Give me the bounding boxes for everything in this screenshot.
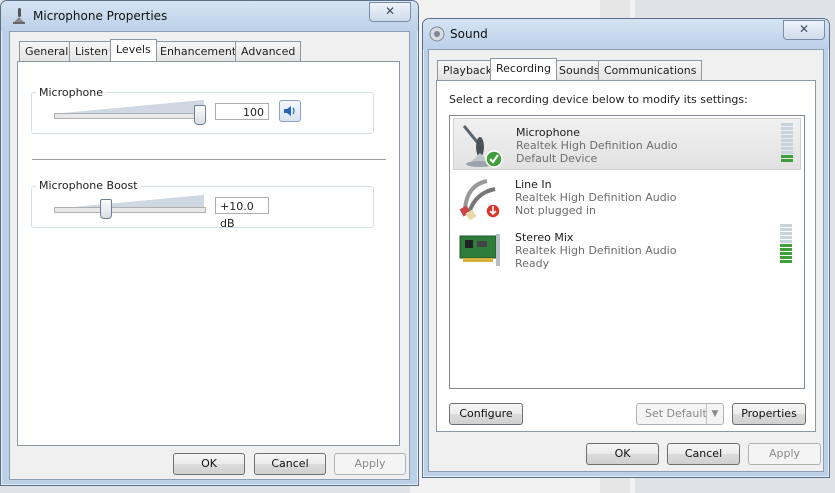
tab-general[interactable]: General — [19, 41, 75, 61]
meter-segment — [781, 123, 793, 126]
meter-segment — [780, 256, 792, 259]
device-name: Line In — [515, 178, 552, 191]
ok-button[interactable]: OK — [586, 443, 659, 465]
configure-button[interactable]: Configure — [449, 403, 523, 425]
close-button[interactable]: ✕ — [369, 2, 411, 22]
boost-slider-track[interactable] — [54, 207, 206, 213]
levels-panel: Microphone 100 Microphone Boost +10.0 dB — [17, 61, 400, 446]
tab-enhancements[interactable]: Enhancements — [154, 41, 248, 61]
meter-segment — [780, 240, 792, 243]
microphone-level-label: Microphone — [36, 86, 107, 99]
meter-segment — [780, 252, 792, 255]
microphone-window-icon — [11, 7, 29, 28]
tab-advanced[interactable]: Advanced — [235, 41, 302, 61]
chevron-down-icon[interactable]: ▼ — [706, 404, 723, 424]
ok-button[interactable]: OK — [173, 453, 245, 475]
window-title: Sound — [450, 27, 488, 41]
speaker-icon — [280, 106, 300, 124]
device-driver: Realtek High Definition Audio — [515, 244, 677, 257]
speaker-window-icon — [429, 26, 445, 45]
meter-segment — [780, 236, 792, 239]
properties-button[interactable]: Properties — [732, 403, 806, 425]
device-status: Not plugged in — [515, 204, 597, 217]
device-driver: Realtek High Definition Audio — [516, 139, 678, 152]
set-default-label: Set Default — [645, 407, 707, 420]
meter-segment — [781, 139, 793, 142]
meter-segment — [780, 224, 792, 227]
level-meter — [781, 123, 793, 163]
tab-playback[interactable]: Playback — [437, 60, 499, 80]
tab-levels[interactable]: Levels — [110, 39, 157, 61]
level-meter — [780, 224, 792, 264]
list-item[interactable]: Stereo Mix Realtek High Definition Audio… — [453, 224, 801, 276]
meter-segment — [781, 159, 793, 162]
meter-segment — [781, 143, 793, 146]
microphone-slider-thumb[interactable] — [194, 105, 206, 125]
dialog-client-area: Playback Recording Sounds Communications… — [428, 49, 824, 472]
apply-button[interactable]: Apply — [748, 443, 821, 465]
mute-button[interactable] — [279, 100, 301, 122]
meter-segment — [781, 155, 793, 158]
list-item[interactable]: Line In Realtek High Definition Audio No… — [453, 171, 801, 223]
tab-communications[interactable]: Communications — [598, 60, 703, 80]
meter-segment — [780, 248, 792, 251]
boost-value[interactable]: +10.0 dB — [215, 197, 269, 230]
microphone-properties-window: Microphone Properties ✕ General Listen L… — [0, 0, 419, 486]
tab-listen[interactable]: Listen — [69, 41, 114, 61]
meter-segment — [781, 127, 793, 130]
device-name: Microphone — [516, 126, 581, 139]
recording-panel: Select a recording device below to modif… — [436, 80, 816, 432]
sound-window: Sound ✕ Playback Recording Sounds Commun… — [422, 18, 830, 478]
device-status: Ready — [515, 257, 550, 270]
microphone-level-value[interactable]: 100 — [215, 103, 269, 120]
meter-segment — [781, 151, 793, 154]
device-name: Stereo Mix — [515, 231, 574, 244]
meter-segment — [780, 244, 792, 247]
line-in-jack-icon — [457, 175, 503, 221]
apply-button[interactable]: Apply — [334, 453, 406, 475]
cancel-button[interactable]: Cancel — [254, 453, 326, 475]
meter-segment — [781, 131, 793, 134]
sound-card-icon — [457, 228, 503, 274]
microphone-icon — [458, 123, 504, 169]
set-default-button[interactable]: Set Default ▼ — [636, 403, 724, 425]
list-item[interactable]: Microphone Realtek High Definition Audio… — [453, 118, 801, 170]
window-title: Microphone Properties — [33, 9, 168, 23]
device-list: Microphone Realtek High Definition Audio… — [449, 115, 805, 389]
meter-segment — [780, 232, 792, 235]
boost-slider-thumb[interactable] — [100, 199, 113, 219]
separator — [32, 159, 386, 161]
meter-segment — [781, 147, 793, 150]
meter-segment — [781, 135, 793, 138]
meter-segment — [780, 260, 792, 263]
close-button[interactable]: ✕ — [783, 20, 825, 40]
cancel-button[interactable]: Cancel — [667, 443, 740, 465]
microphone-boost-label: Microphone Boost — [36, 179, 141, 192]
dialog-client-area: General Listen Levels Enhancements Advan… — [9, 31, 410, 480]
tab-recording[interactable]: Recording — [490, 58, 558, 80]
instruction-text: Select a recording device below to modif… — [449, 93, 748, 106]
microphone-slider-track[interactable] — [54, 113, 206, 119]
device-driver: Realtek High Definition Audio — [515, 191, 677, 204]
meter-segment — [780, 228, 792, 231]
device-status: Default Device — [516, 152, 598, 165]
